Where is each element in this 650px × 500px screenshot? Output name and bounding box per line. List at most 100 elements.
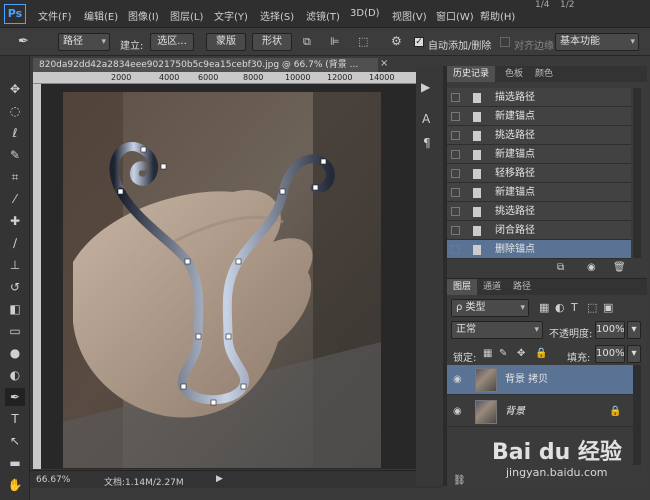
path-operations-icon[interactable]: ⧉ <box>303 35 311 49</box>
tab-swatches[interactable]: 色板 <box>499 66 529 82</box>
gear-icon[interactable]: ⚙ <box>391 34 402 48</box>
filter-smart-object-icon[interactable]: ▣ <box>603 301 613 314</box>
pen-tool-icon[interactable]: ✒ <box>5 388 25 406</box>
eraser-tool-icon[interactable]: ◧ <box>5 300 25 318</box>
menu-view[interactable]: 视图(V) <box>392 8 427 23</box>
tab-color[interactable]: 颜色 <box>529 66 559 82</box>
opacity-dropdown-icon[interactable]: ▾ <box>627 321 641 339</box>
view-ratio-2[interactable]: 1/2 <box>560 0 574 10</box>
history-row[interactable]: 新建锚点 <box>447 183 631 202</box>
zoom-level[interactable]: 66.67% <box>36 475 70 485</box>
link-layers-icon[interactable]: ⛓ <box>453 475 466 486</box>
snapshot-checkbox[interactable] <box>451 150 460 159</box>
snapshot-checkbox[interactable] <box>451 226 460 235</box>
menu-edit[interactable]: 编辑(E) <box>84 8 118 23</box>
healing-brush-tool-icon[interactable]: ✚ <box>5 212 25 230</box>
pen-tool-preset-icon[interactable]: ✒ <box>18 34 29 49</box>
layer-filter-select[interactable]: ρ 类型 <box>451 299 529 317</box>
history-scrollbar[interactable] <box>633 88 641 258</box>
document-photo[interactable] <box>63 92 381 468</box>
filter-type-icon[interactable]: T <box>571 301 578 314</box>
layer-row-background-copy[interactable]: ◉ 背景 拷贝 <box>447 365 633 395</box>
gradient-tool-icon[interactable]: ▭ <box>5 322 25 340</box>
lasso-tool-icon[interactable]: ℓ <box>5 124 25 142</box>
shape-tool-icon[interactable]: ▬ <box>5 454 25 472</box>
workspace-select[interactable]: 基本功能 <box>555 33 639 51</box>
path-select-tool-icon[interactable]: ↖ <box>5 432 25 450</box>
history-row[interactable]: 描选路径 <box>447 88 631 107</box>
brush-tool-icon[interactable]: ∕ <box>5 234 25 252</box>
history-row[interactable]: 轻移路径 <box>447 164 631 183</box>
path-alignment-icon[interactable]: ⊫ <box>330 35 340 48</box>
menu-select[interactable]: 选择(S) <box>260 8 294 23</box>
hand-tool-icon[interactable]: ✋ <box>5 476 25 494</box>
snapshot-checkbox[interactable] <box>451 112 460 121</box>
stamp-tool-icon[interactable]: ⊥ <box>5 256 25 274</box>
marquee-tool-icon[interactable]: ◌ <box>5 102 25 120</box>
opacity-input[interactable]: 100% <box>595 321 625 339</box>
move-tool-icon[interactable]: ✥ <box>5 80 25 98</box>
filter-adjustment-icon[interactable]: ◐ <box>555 301 565 314</box>
path-mode-select[interactable]: 路径 <box>58 33 110 51</box>
lock-all-icon[interactable]: 🔒 <box>535 348 547 359</box>
tab-channels[interactable]: 通道 <box>477 279 507 295</box>
tab-paths[interactable]: 路径 <box>507 279 537 295</box>
shape-button[interactable]: 形状 <box>252 33 292 51</box>
lock-transparent-icon[interactable]: ▦ <box>483 348 492 359</box>
menu-layer[interactable]: 图层(L) <box>170 8 203 23</box>
close-tab-icon[interactable]: × <box>380 58 388 69</box>
history-row[interactable]: 新建锚点 <box>447 107 631 126</box>
crop-tool-icon[interactable]: ⌗ <box>5 168 25 186</box>
quick-select-tool-icon[interactable]: ✎ <box>5 146 25 164</box>
tab-history[interactable]: 历史记录 <box>447 66 496 82</box>
filter-pixel-icon[interactable]: ▦ <box>539 301 549 314</box>
menu-type[interactable]: 文字(Y) <box>214 8 248 23</box>
view-ratio-1[interactable]: 1/4 <box>535 0 549 10</box>
lock-position-icon[interactable]: ✥ <box>517 348 525 359</box>
status-menu-arrow-icon[interactable]: ▶ <box>216 474 223 484</box>
align-edges-checkbox[interactable] <box>500 37 510 47</box>
character-panel-icon[interactable]: A <box>422 112 430 126</box>
mask-button[interactable]: 蒙版 <box>206 33 246 51</box>
snapshot-checkbox[interactable] <box>451 131 460 140</box>
trash-icon[interactable]: 🗑 <box>613 262 626 273</box>
menu-filter[interactable]: 滤镜(T) <box>306 8 340 23</box>
menu-3d[interactable]: 3D(D) <box>350 8 380 19</box>
fill-input[interactable]: 100% <box>595 345 625 363</box>
history-row-selected[interactable]: 删除锚点 <box>447 240 631 259</box>
snapshot-checkbox[interactable] <box>451 188 460 197</box>
menu-image[interactable]: 图像(I) <box>128 8 159 23</box>
snapshot-checkbox[interactable] <box>451 245 460 254</box>
blend-mode-select[interactable]: 正常 <box>451 321 543 339</box>
history-row[interactable]: 挑选路径 <box>447 202 631 221</box>
filter-shape-icon[interactable]: ⬚ <box>587 301 597 314</box>
history-row[interactable]: 新建锚点 <box>447 145 631 164</box>
snapshot-camera-icon[interactable]: ◉ <box>587 262 596 273</box>
eyedropper-tool-icon[interactable]: ⁄ <box>5 190 25 208</box>
history-row[interactable]: 闭合路径 <box>447 221 631 240</box>
snapshot-checkbox[interactable] <box>451 93 460 102</box>
lock-image-icon[interactable]: ✎ <box>499 348 507 359</box>
layer-row-background[interactable]: ◉ 背景 🔒 <box>447 397 633 427</box>
paragraph-panel-icon[interactable]: ¶ <box>423 136 431 150</box>
menu-file[interactable]: 文件(F) <box>38 8 72 23</box>
snapshot-checkbox[interactable] <box>451 207 460 216</box>
history-brush-tool-icon[interactable]: ↺ <box>5 278 25 296</box>
visibility-eye-icon[interactable]: ◉ <box>453 365 462 395</box>
document-tab[interactable]: 820da92dd42a2834eee9021750b5c9ea15cebf30… <box>33 58 378 72</box>
type-tool-icon[interactable]: T <box>5 410 25 428</box>
menu-help[interactable]: 帮助(H) <box>480 8 515 23</box>
path-arrangement-icon[interactable]: ⬚ <box>358 35 368 48</box>
tab-layers[interactable]: 图层 <box>447 279 478 295</box>
dodge-tool-icon[interactable]: ◐ <box>5 366 25 384</box>
visibility-eye-icon[interactable]: ◉ <box>453 397 462 427</box>
history-row[interactable]: 挑选路径 <box>447 126 631 145</box>
auto-add-delete-checkbox[interactable]: ✓ <box>414 37 424 47</box>
blur-tool-icon[interactable]: ● <box>5 344 25 362</box>
new-document-from-state-icon[interactable]: ⧉ <box>557 262 564 273</box>
fill-dropdown-icon[interactable]: ▾ <box>627 345 641 363</box>
snapshot-checkbox[interactable] <box>451 169 460 178</box>
play-actions-icon[interactable]: ▶ <box>421 80 430 94</box>
selection-button[interactable]: 选区... <box>150 33 194 51</box>
menu-window[interactable]: 窗口(W) <box>436 8 474 23</box>
